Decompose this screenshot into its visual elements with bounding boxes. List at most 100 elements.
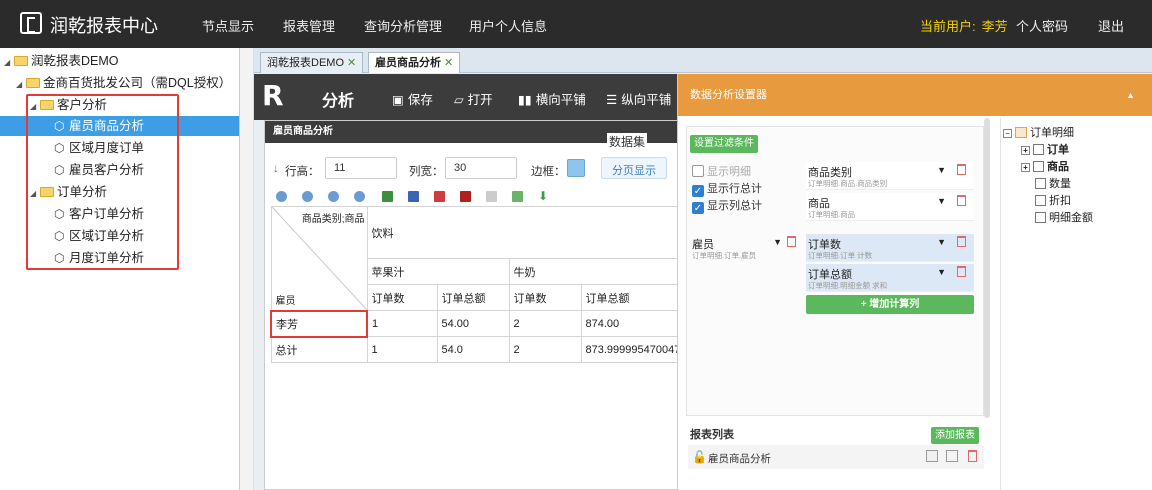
expand-icon[interactable]: + [1021, 146, 1030, 155]
dropdown-icon[interactable]: ▼ [937, 237, 946, 247]
tree-node-order[interactable]: + 订单 [1021, 141, 1069, 157]
dropdown-icon[interactable]: ▼ [773, 237, 782, 247]
tree-node-quantity[interactable]: 数量 [1035, 175, 1071, 191]
tree-node-discount[interactable]: 折扣 [1035, 192, 1071, 208]
tree-node-order-detail[interactable]: − 订单明细 [1003, 124, 1074, 140]
collapse-icon[interactable]: − [1003, 129, 1012, 138]
measure-header: 订单数 [366, 284, 438, 311]
unlock-icon: 🔓 [692, 450, 707, 464]
link-field-icon [1033, 161, 1044, 172]
app-logo-icon [20, 12, 42, 34]
page-display-button[interactable]: 分页显示 [601, 157, 667, 179]
close-icon[interactable]: ✕ [444, 57, 453, 69]
folder-icon [26, 78, 40, 88]
col-width-label: 列宽： [409, 166, 444, 178]
tab-demo[interactable]: 润乾报表DEMO ✕ [260, 52, 364, 73]
r-logo-icon: R [262, 79, 284, 112]
dataset-label: 数据集 [607, 133, 648, 150]
trash-icon[interactable] [957, 236, 966, 247]
nav-user-info[interactable]: 用户个人信息 [469, 16, 547, 35]
expand-icon[interactable]: + [1021, 163, 1030, 172]
product-header: 牛奶 [508, 258, 680, 285]
row-name-cell[interactable]: 李芳 [270, 309, 368, 338]
tree-node-company[interactable]: ◢ 金商百货批发公司（需DQL授权） [16, 73, 231, 93]
dropdown-icon[interactable]: ▼ [937, 267, 946, 277]
col-total-checkbox[interactable]: ✓ 显示列总计 [692, 197, 762, 214]
table-row: 总计 1 54.0 2 873.999995470047 [270, 336, 680, 363]
word-icon[interactable] [408, 191, 419, 202]
toolbar-title: 分析 [322, 93, 355, 110]
pdf-icon[interactable] [434, 191, 445, 202]
top-bar: 润乾报表中心 节点显示 报表管理 查询分析管理 用户个人信息 当前用户: 李芳 个… [0, 0, 1152, 48]
tree-node-root[interactable]: ◢ 润乾报表DEMO [4, 51, 119, 71]
app-title: 润乾报表中心 [50, 16, 158, 36]
excel-icon[interactable] [382, 191, 393, 202]
import-icon[interactable]: ⬇ [538, 190, 549, 202]
value-cell: 54.00 [436, 310, 510, 337]
add-report-button[interactable]: 添加报表 [931, 427, 979, 444]
nav-node-display[interactable]: 节点显示 [202, 16, 254, 35]
tree-node-product[interactable]: + 商品 [1021, 158, 1069, 174]
show-detail-checkbox[interactable]: 显示明细 [692, 163, 751, 179]
border-label: 边框： [531, 166, 566, 178]
text-icon[interactable] [486, 191, 497, 202]
row-field-card[interactable]: 雇员 订单明细.订单.雇员 ▼ [690, 234, 798, 262]
htile-button[interactable]: ▮▮ 横向平铺 [518, 89, 586, 108]
nav-report-manage[interactable]: 报表管理 [283, 16, 335, 35]
first-page-icon[interactable] [276, 191, 287, 202]
trash-icon[interactable] [787, 236, 796, 247]
trash-icon[interactable] [957, 266, 966, 277]
col-width-input[interactable] [445, 157, 517, 179]
nav-query-analysis[interactable]: 查询分析管理 [364, 16, 442, 35]
collapse-icon[interactable]: ▲ [1126, 74, 1135, 116]
column-field-card[interactable]: 商品类别 订单明细.商品.商品类别 ▼ [806, 162, 974, 190]
save-icon: ▣ [392, 93, 404, 107]
report-list-item[interactable]: 🔓 雇员商品分析 [688, 445, 984, 469]
logout-link[interactable]: 退出 [1098, 16, 1124, 35]
vtile-button[interactable]: ☰ 纵向平铺 [606, 89, 671, 108]
next-page-icon[interactable] [328, 191, 339, 202]
trash-icon[interactable] [957, 164, 966, 175]
pane-splitter[interactable] [240, 48, 254, 490]
value-cell: 2 [508, 336, 582, 363]
trash-icon[interactable] [968, 450, 977, 462]
value-cell: 1 [366, 336, 438, 363]
dropdown-icon[interactable]: ▼ [937, 196, 946, 206]
close-icon[interactable]: ✕ [347, 57, 356, 69]
row-total-checkbox[interactable]: ✓ 显示行总计 [692, 180, 762, 197]
edit-icon[interactable] [946, 450, 958, 462]
prev-page-icon[interactable] [302, 191, 313, 202]
data-field-tree: − 订单明细 + 订单 + 商品 数量 折扣 明细金额 [1000, 118, 1150, 490]
border-select[interactable] [567, 159, 585, 177]
value-cell: 2 [508, 310, 582, 337]
chart-icon[interactable] [926, 450, 938, 462]
settings-scrollbar[interactable] [984, 118, 990, 418]
save-button[interactable]: ▣ 保存 [392, 89, 433, 108]
total-label-cell: 总计 [270, 336, 368, 363]
sort-icon[interactable]: ↓ [273, 163, 279, 175]
measure-card[interactable]: 订单数 订单明细.订单 计数 ▼ [806, 234, 974, 262]
password-link[interactable]: 个人密码 [1016, 16, 1068, 35]
value-cell: 874.00 [580, 310, 680, 337]
settings-panel: 数据分析设置器 ▲ 设置过滤条件 显示明细 ✓ 显示行总计 ✓ 显示列总计 商品类别订… [677, 74, 1152, 490]
column-field-card[interactable]: 商品 订单明细.商品 ▼ [806, 193, 974, 221]
trash-icon[interactable] [957, 195, 966, 206]
dropdown-icon[interactable]: ▼ [937, 165, 946, 175]
category-header: 饮料 [366, 206, 680, 259]
print-icon[interactable] [460, 191, 471, 202]
add-calc-column-button[interactable]: + 增加计算列 [806, 295, 974, 314]
field-icon [1035, 178, 1046, 189]
corner-bottom-label: 雇员 [275, 295, 296, 307]
row-height-input[interactable] [325, 157, 397, 179]
current-user: 当前用户: 李芳 [920, 19, 1008, 34]
measure-header: 订单总额 [580, 284, 680, 311]
last-page-icon[interactable] [354, 191, 365, 202]
measure-card[interactable]: 订单总额 订单明细.明细金额 求和 ▼ [806, 264, 974, 292]
settings-header: 数据分析设置器 ▲ [678, 74, 1152, 116]
value-cell: 1 [366, 310, 438, 337]
open-button[interactable]: ▱ 打开 [454, 89, 493, 108]
tree-node-amount[interactable]: 明细金额 [1035, 209, 1093, 225]
filter-button[interactable]: 设置过滤条件 [690, 135, 758, 153]
tab-employee-product[interactable]: 雇员商品分析 ✕ [368, 52, 461, 73]
csv-icon[interactable] [512, 191, 523, 202]
